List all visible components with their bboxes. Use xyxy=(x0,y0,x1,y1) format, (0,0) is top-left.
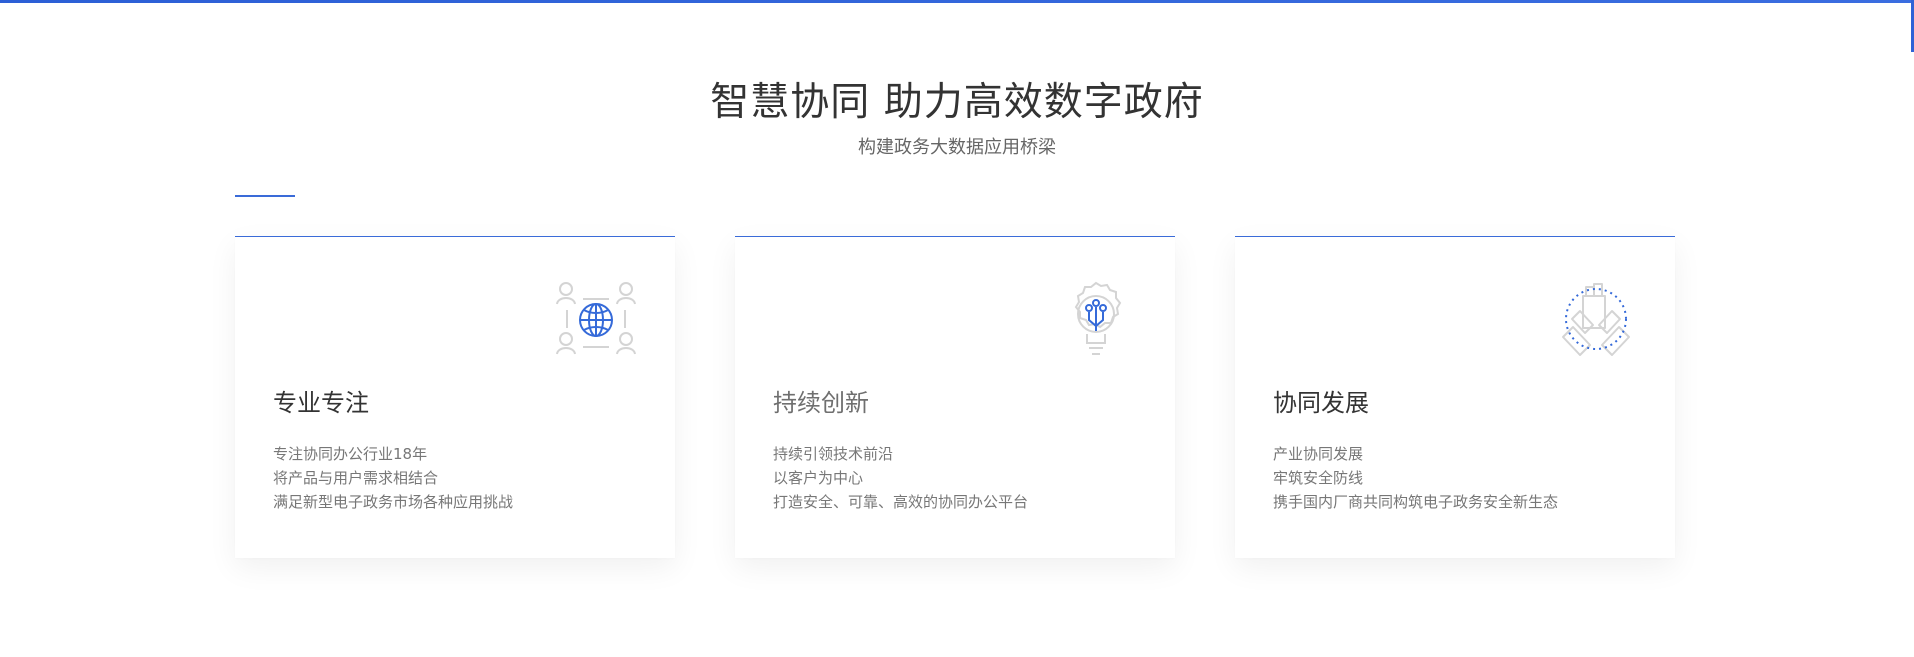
section-subtitle: 构建政务大数据应用桥梁 xyxy=(858,136,1056,158)
card-description: 产业协同发展 牢筑安全防线 携手国内厂商共同构筑电子政务安全新生态 xyxy=(1273,442,1558,514)
card-line: 专注协同办公行业18年 xyxy=(273,445,428,463)
feature-card-innovation: 持续创新 持续引领技术前沿 以客户为中心 打造安全、可靠、高效的协同办公平台 xyxy=(735,236,1175,558)
page: 智慧协同 助力高效数字政府 构建政务大数据应用桥梁 专业专注 专注协同办公行业1… xyxy=(0,0,1914,657)
card-title: 协同发展 xyxy=(1273,389,1369,417)
feature-cards: 专业专注 专注协同办公行业18年 将产品与用户需求相结合 满足新型电子政务市场各… xyxy=(235,236,1675,558)
card-line: 以客户为中心 xyxy=(773,469,864,487)
card-description: 持续引领技术前沿 以客户为中心 打造安全、可靠、高效的协同办公平台 xyxy=(773,442,1028,514)
globe-network-icon xyxy=(556,282,636,355)
collaboration-hands-icon xyxy=(1562,283,1630,356)
card-line: 牢筑安全防线 xyxy=(1273,469,1364,487)
top-border xyxy=(0,0,1914,3)
card-line: 满足新型电子政务市场各种应用挑战 xyxy=(273,493,514,511)
card-line: 携手国内厂商共同构筑电子政务安全新生态 xyxy=(1273,493,1559,511)
card-line: 打造安全、可靠、高效的协同办公平台 xyxy=(773,493,1029,511)
section-header: 智慧协同 助力高效数字政府 构建政务大数据应用桥梁 xyxy=(0,80,1914,158)
card-title: 专业专注 xyxy=(273,389,369,417)
innovation-bulb-gear-icon xyxy=(1074,281,1122,355)
feature-card-collaboration: 协同发展 产业协同发展 牢筑安全防线 携手国内厂商共同构筑电子政务安全新生态 xyxy=(1235,236,1675,558)
section-title: 智慧协同 助力高效数字政府 xyxy=(710,80,1204,125)
card-line: 将产品与用户需求相结合 xyxy=(273,469,439,487)
card-title: 持续创新 xyxy=(773,389,869,417)
card-line: 产业协同发展 xyxy=(1273,445,1364,463)
card-line: 持续引领技术前沿 xyxy=(773,445,894,463)
card-description: 专注协同办公行业18年 将产品与用户需求相结合 满足新型电子政务市场各种应用挑战 xyxy=(273,442,513,514)
feature-card-professional: 专业专注 专注协同办公行业18年 将产品与用户需求相结合 满足新型电子政务市场各… xyxy=(235,236,675,558)
accent-underline xyxy=(235,195,295,197)
